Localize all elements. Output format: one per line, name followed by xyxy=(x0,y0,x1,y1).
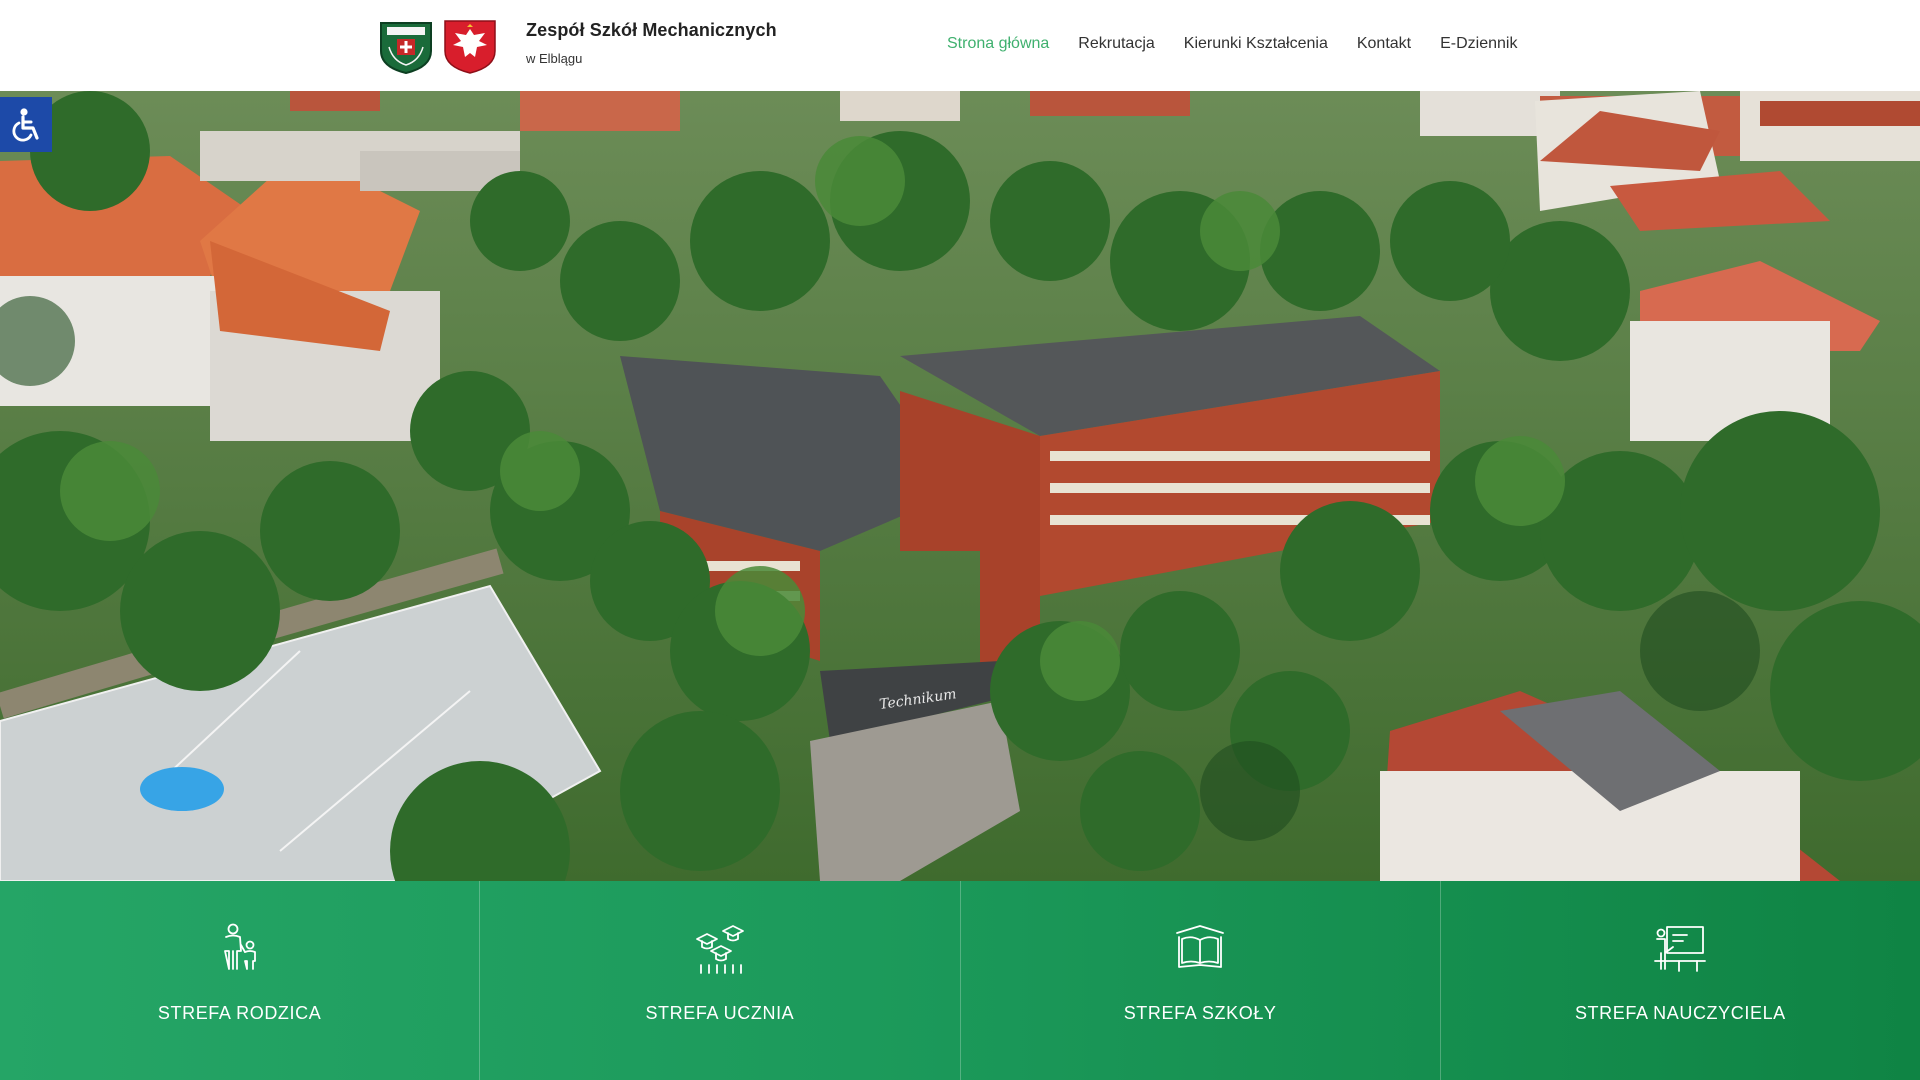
aerial-campus-photo: Technikum xyxy=(0,91,1920,881)
zone-parent[interactable]: STREFA RODZICA xyxy=(0,881,481,1080)
zone-student[interactable]: STREFA UCZNIA xyxy=(480,881,961,1080)
nav-item-e-dziennik[interactable]: E-Dziennik xyxy=(1440,35,1517,53)
site-header: Zespół Szkół Mechanicznych w Elblągu Str… xyxy=(0,0,1920,91)
school-crest-logo[interactable] xyxy=(377,17,435,75)
nav-item-kontakt[interactable]: Kontakt xyxy=(1357,35,1411,53)
teacher-board-icon xyxy=(1654,926,1707,972)
polish-eagle-emblem[interactable] xyxy=(441,17,499,75)
nav-item-rekrutacja[interactable]: Rekrutacja xyxy=(1078,35,1154,53)
zone-school-label: STREFA SZKOŁY xyxy=(1123,1003,1277,1023)
school-location: w Elblągu xyxy=(526,51,583,66)
accessibility-button[interactable] xyxy=(0,97,52,152)
zone-student-label: STREFA UCZNIA xyxy=(645,1003,795,1023)
parent-child-icon xyxy=(223,923,256,970)
hero-aerial-photo: Technikum xyxy=(0,91,1920,881)
wheelchair-icon xyxy=(12,107,39,142)
zone-teacher-label: STREFA NAUCZYCIELA xyxy=(1574,1003,1786,1023)
zone-tiles: STREFA RODZICA STREFA UCZNIA STREFA SZKO… xyxy=(0,881,1920,1080)
zone-school[interactable]: STREFA SZKOŁY xyxy=(961,881,1441,1080)
open-book-icon xyxy=(1176,925,1225,968)
brand-block[interactable]: Zespół Szkół Mechanicznych w Elblągu xyxy=(526,20,777,66)
zone-parent-label: STREFA RODZICA xyxy=(157,1003,322,1023)
main-nav: Strona główna Rekrutacja Kierunki Kształ… xyxy=(947,35,1546,53)
nav-item-strona-glowna[interactable]: Strona główna xyxy=(947,35,1049,53)
school-name[interactable]: Zespół Szkół Mechanicznych xyxy=(526,20,777,41)
zone-teacher[interactable]: STREFA NAUCZYCIELA xyxy=(1441,881,1920,1080)
logo-group[interactable] xyxy=(377,17,499,75)
nav-item-kierunki-ksztalcenia[interactable]: Kierunki Kształcenia xyxy=(1184,35,1328,53)
graduation-caps-icon xyxy=(695,925,744,974)
